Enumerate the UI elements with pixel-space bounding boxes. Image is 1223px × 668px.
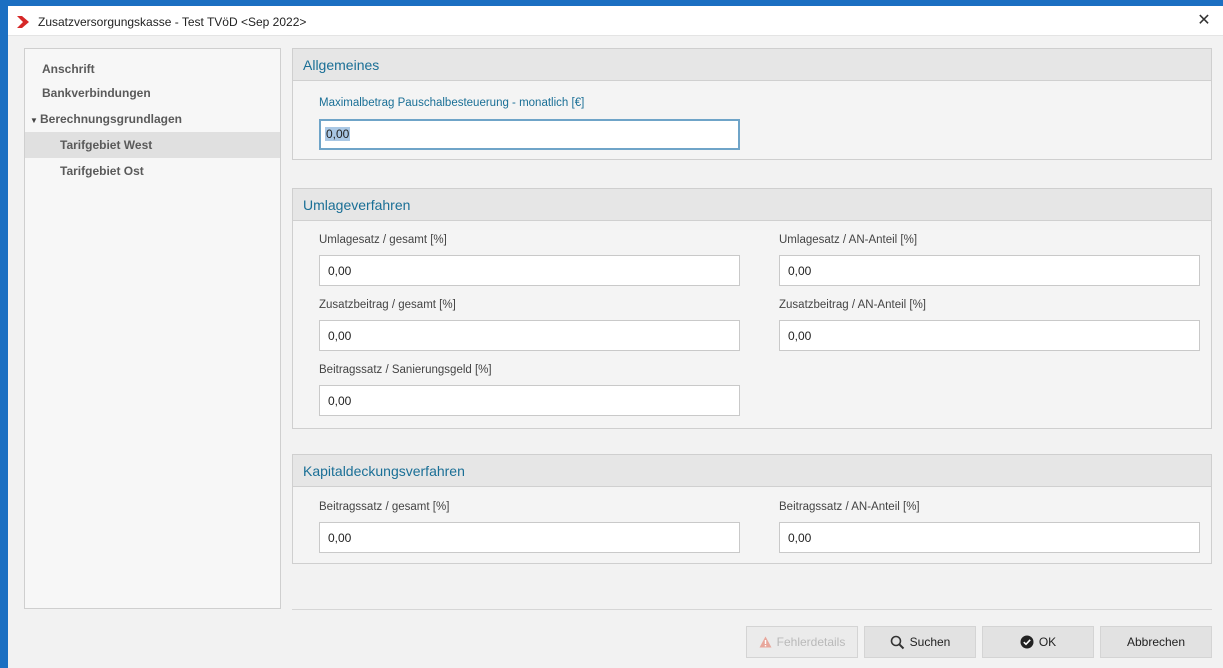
close-button[interactable]: ✕ [1195, 12, 1213, 30]
abbrechen-button[interactable]: Abbrechen [1100, 626, 1212, 658]
field-label: Maximalbetrag Pauschalbesteuerung - mona… [319, 97, 585, 109]
sidebar-item-label: Anschrift [42, 62, 95, 76]
suchen-button[interactable]: Suchen [864, 626, 976, 658]
ok-button[interactable]: OK [982, 626, 1094, 658]
zusatzbeitrag-an-anteil-input[interactable] [779, 320, 1200, 351]
field-label: Umlagesatz / gesamt [%] [319, 234, 447, 246]
expand-triangle-icon[interactable]: ▼ [30, 108, 40, 134]
sidebar-item-label: Tarifgebiet West [60, 138, 153, 152]
sidebar-item-label: Berechnungsgrundlagen [40, 112, 183, 126]
search-icon [890, 635, 904, 649]
sidebar-item-tarifgebiet-west[interactable]: Tarifgebiet West [25, 132, 280, 158]
footer-divider [292, 609, 1212, 610]
button-label: Abbrechen [1126, 635, 1186, 649]
warning-icon [759, 636, 772, 648]
beitragssatz-gesamt-input[interactable] [319, 522, 740, 553]
navigation-sidebar: Anschrift Bankverbindungen ▼ Berechnungsg… [24, 48, 281, 609]
button-label: Fehlerdetails [776, 635, 846, 649]
field-label: Zusatzbeitrag / AN-Anteil [%] [779, 299, 927, 311]
section-title: Kapitaldeckungsverfahren [293, 455, 1211, 487]
section-title: Umlageverfahren [293, 189, 1211, 221]
button-label: Suchen [909, 635, 951, 649]
sidebar-item-label: Bankverbindungen [42, 86, 151, 100]
umlagesatz-an-anteil-input[interactable] [779, 255, 1200, 286]
window-title: Zusatzversorgungskasse - Test TVöD <Sep … [38, 15, 307, 29]
sidebar-item-berechnungsgrundlagen[interactable]: ▼ Berechnungsgrundlagen [25, 106, 280, 132]
field-label: Beitragssatz / Sanierungsgeld [%] [319, 364, 492, 376]
field-label: Zusatzbeitrag / gesamt [%] [319, 299, 456, 311]
umlagesatz-gesamt-input[interactable] [319, 255, 740, 286]
sidebar-item-anschrift[interactable]: Anschrift [25, 56, 280, 82]
sidebar-item-label: Tarifgebiet Ost [60, 164, 144, 178]
app-logo-icon [17, 16, 29, 28]
button-label: OK [1038, 635, 1057, 649]
section-umlageverfahren: Umlageverfahren Umlagesatz / gesamt [%] … [292, 188, 1212, 429]
field-label: Umlagesatz / AN-Anteil [%] [779, 234, 918, 246]
sidebar-item-tarifgebiet-ost[interactable]: Tarifgebiet Ost [25, 158, 280, 184]
zusatzbeitrag-gesamt-input[interactable] [319, 320, 740, 351]
section-title: Allgemeines [293, 49, 1211, 81]
beitragssatz-sanierungsgeld-input[interactable] [319, 385, 740, 416]
field-label: Beitragssatz / AN-Anteil [%] [779, 501, 920, 513]
field-label: Beitragssatz / gesamt [%] [319, 501, 450, 513]
fehlerdetails-button[interactable]: Fehlerdetails [746, 626, 858, 658]
section-allgemeines: Allgemeines Maximalbetrag Pauschalbesteu… [292, 48, 1212, 160]
beitragssatz-an-anteil-input[interactable] [779, 522, 1200, 553]
section-kapitaldeckungsverfahren: Kapitaldeckungsverfahren Beitragssatz / … [292, 454, 1212, 564]
sidebar-item-bankverbindungen[interactable]: Bankverbindungen [25, 80, 280, 106]
maximalbetrag-input[interactable]: 0,00 [319, 119, 740, 150]
title-bar: Zusatzversorgungskasse - Test TVöD <Sep … [8, 6, 1223, 36]
check-circle-icon [1020, 635, 1034, 649]
selected-text: 0,00 [325, 127, 351, 141]
